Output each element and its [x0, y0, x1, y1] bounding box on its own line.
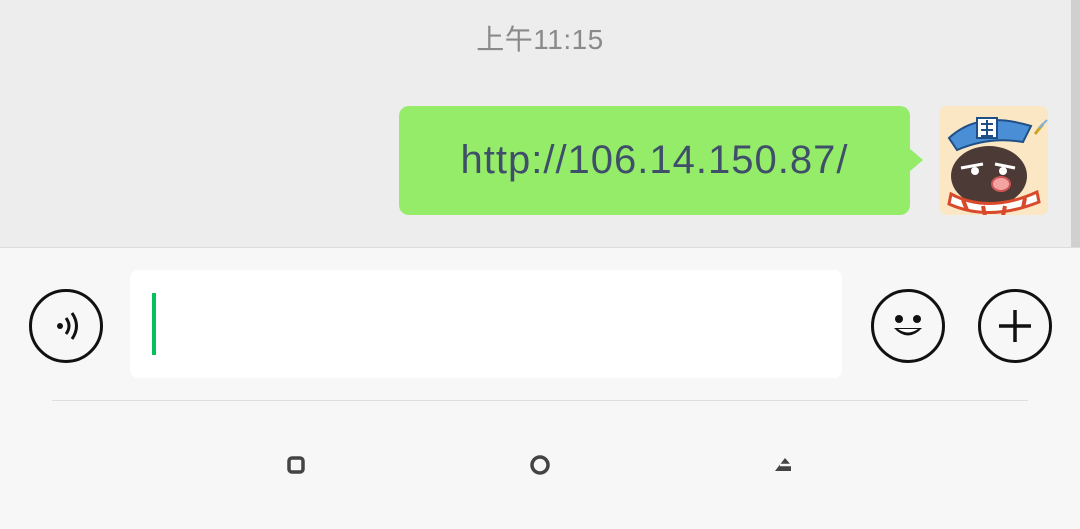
more-options-button[interactable]	[978, 289, 1052, 363]
smiley-face-icon	[894, 315, 922, 336]
input-panel	[0, 247, 1080, 529]
avatar[interactable]	[939, 106, 1048, 215]
message-bubble[interactable]: http://106.14.150.87/	[399, 106, 923, 215]
circle-icon	[530, 455, 550, 475]
voice-wave-icon	[57, 312, 78, 340]
text-caret	[152, 293, 156, 355]
recent-apps-button[interactable]	[283, 452, 309, 478]
home-button[interactable]	[527, 452, 553, 478]
divider	[52, 400, 1028, 401]
emoji-button[interactable]	[871, 289, 945, 363]
voice-button[interactable]	[29, 289, 103, 363]
back-triangle-icon	[775, 458, 791, 471]
square-icon	[287, 456, 305, 474]
back-button[interactable]	[771, 452, 797, 478]
message-timestamp: 上午11:15	[476, 24, 604, 55]
message-input[interactable]	[130, 270, 842, 378]
plus-icon	[999, 310, 1031, 342]
cartoon-pirate-mushroom-avatar-icon	[939, 106, 1048, 215]
chat-message-area[interactable]: 上午11:15 http://106.14.150.87/	[0, 0, 1080, 247]
message-text[interactable]: http://106.14.150.87/	[461, 138, 849, 183]
bubble-tail	[909, 148, 923, 172]
